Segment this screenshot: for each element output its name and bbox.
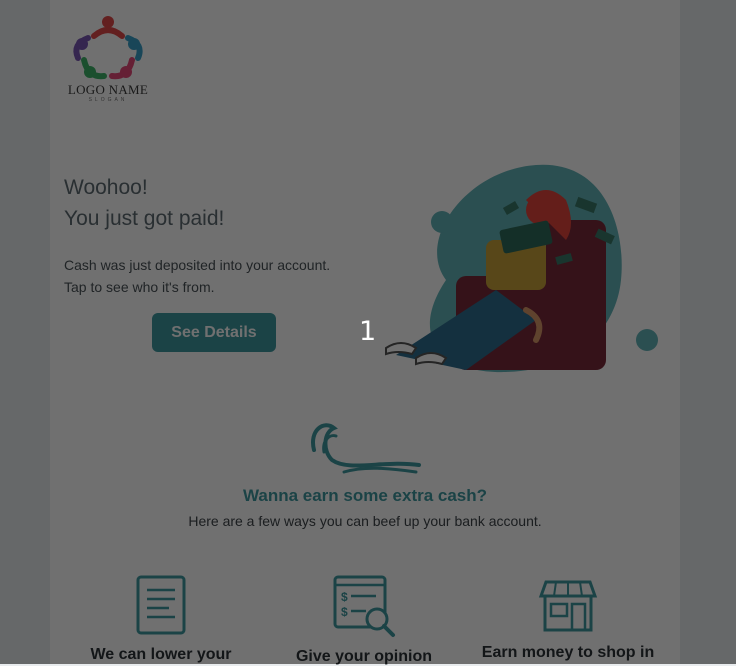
feature-card-lower[interactable]: We can lower your bbox=[56, 574, 266, 664]
feature-label: Earn money to shop in bbox=[481, 644, 655, 661]
hero-illustration bbox=[385, 164, 658, 373]
hero-headline: Woohoo! You just got paid! bbox=[64, 172, 224, 234]
lead-line-2: Tap to see who it's from. bbox=[64, 279, 215, 295]
svg-text:$: $ bbox=[341, 590, 348, 604]
logo-slogan: SLOGAN bbox=[88, 97, 128, 103]
step-marker: 1 bbox=[359, 316, 377, 347]
feature-label: We can lower your bbox=[90, 646, 232, 663]
brand-logo[interactable]: LOGO NAME SLOGAN bbox=[64, 14, 152, 104]
headline-line-2: You just got paid! bbox=[64, 207, 225, 230]
headline-line-1: Woohoo! bbox=[64, 176, 148, 199]
feature-card-opinion[interactable]: $ $ Give your opinion bbox=[259, 574, 469, 666]
survey-search-icon: $ $ bbox=[333, 575, 395, 637]
feature-card-shop[interactable]: Earn money to shop in bbox=[463, 574, 673, 662]
lead-line-1: Cash was just deposited into your accoun… bbox=[64, 257, 331, 273]
feature-label: Give your opinion bbox=[295, 648, 432, 665]
logo-name: LOGO NAME bbox=[67, 82, 149, 97]
hero-lead: Cash was just deposited into your accoun… bbox=[64, 254, 330, 298]
svg-text:$: $ bbox=[341, 605, 348, 619]
logo-people-icon bbox=[73, 16, 143, 80]
wave-decoration bbox=[311, 423, 421, 474]
see-details-button[interactable]: See Details bbox=[152, 313, 276, 352]
earn-section-title: Wanna earn some extra cash? bbox=[242, 486, 488, 505]
earn-section-subtitle: Here are a few ways you can beef up your… bbox=[188, 513, 542, 529]
storefront-icon bbox=[538, 580, 598, 632]
document-list-icon bbox=[136, 575, 186, 635]
